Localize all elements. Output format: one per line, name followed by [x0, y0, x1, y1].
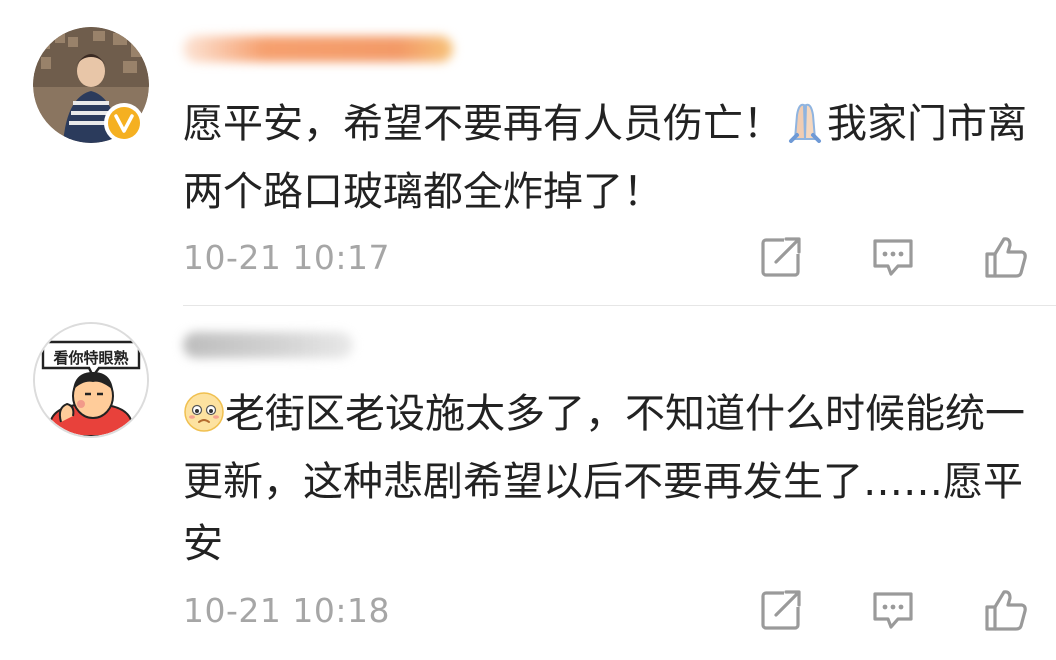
comment-text: 老街区老设施太多了，不知道什么时候能统一更新，这种悲剧希望以后不要再发生了……愿… [183, 389, 1025, 567]
timestamp: 10-21 10:18 [183, 591, 390, 630]
repost-icon[interactable] [758, 234, 804, 280]
comment-text: 愿平安，希望不要再有人员伤亡！ 我家门市离两个路口玻璃都全炸掉了！ [183, 99, 1027, 215]
verified-badge [104, 103, 144, 143]
comment-item-1: 愿平安，希望不要再有人员伤亡！ 我家门市离两个路口玻璃都全炸掉了！ 10-21 … [0, 0, 1056, 306]
comment-footer: 10-21 10:18 [0, 581, 1056, 641]
username-blurred[interactable] [183, 332, 353, 358]
worried-face-emoji [183, 389, 225, 451]
avatar-caption: 看你特眼熟 [53, 349, 128, 367]
repost-icon[interactable] [758, 587, 804, 633]
thumbs-up-icon[interactable] [983, 234, 1029, 280]
comment-footer: 10-21 10:17 [0, 228, 1056, 288]
comment-icon[interactable] [870, 234, 916, 280]
timestamp: 10-21 10:17 [183, 238, 390, 277]
username-blurred[interactable] [183, 36, 453, 62]
avatar[interactable]: 看你特眼熟 [33, 322, 149, 438]
thumbs-up-icon[interactable] [983, 587, 1029, 633]
comment-icon[interactable] [870, 587, 916, 633]
comment-item-2: 看你特眼熟 老街区老设施太多了，不知道什么时候能统一更新，这种悲剧希望以后不要再… [0, 307, 1056, 660]
folded-hands-emoji [783, 99, 827, 161]
divider [183, 305, 1056, 306]
